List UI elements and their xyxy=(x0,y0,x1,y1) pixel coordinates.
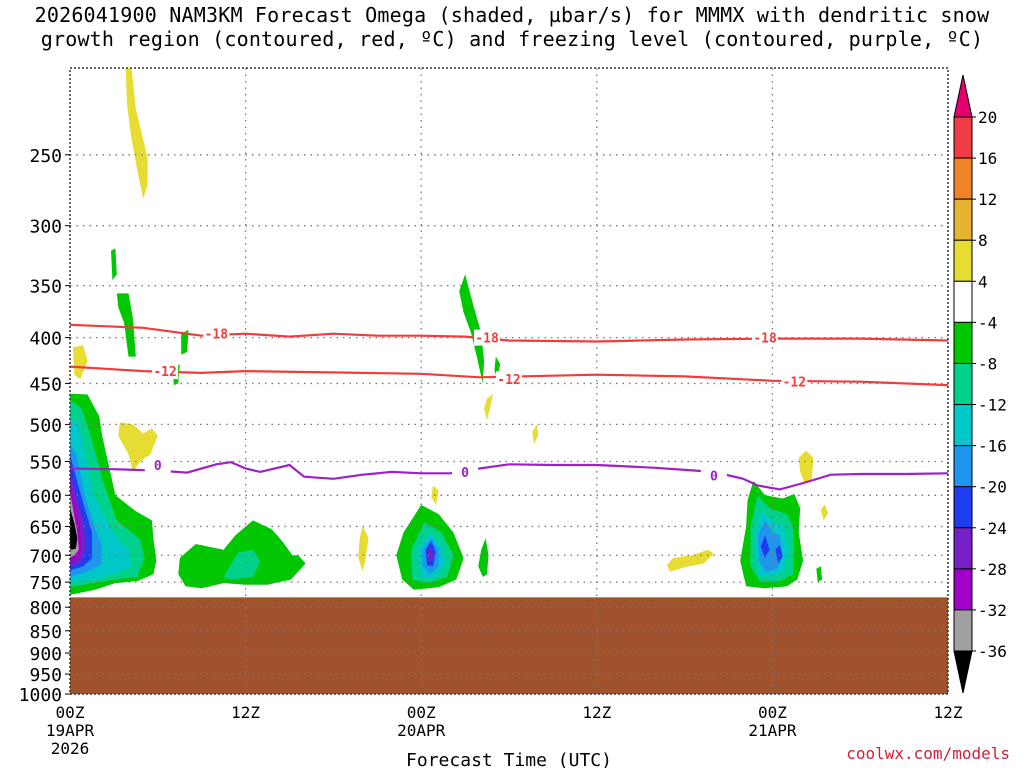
chart-svg: -18 -18 -18 -12 -12 -12 0 0 0 250 300 350 400 450 500 5… xyxy=(19,67,1007,768)
y-tick-label-350: 350 xyxy=(29,277,62,298)
colorbar-label-11: -28 xyxy=(978,560,1007,579)
colorbar-swatch-5 xyxy=(953,321,973,364)
x-tick-label-48-1: 21APR xyxy=(748,721,797,740)
y-tick-label-900: 900 xyxy=(29,644,62,665)
y-tick-label-400: 400 xyxy=(29,329,62,350)
x-tick-label-0-0: 00Z xyxy=(56,703,85,722)
y-tick-label-700: 700 xyxy=(29,546,62,567)
colorbar-bottom-arrow xyxy=(953,650,973,694)
x-tick-label-24-1: 20APR xyxy=(397,721,446,740)
y-tick-label-750: 750 xyxy=(29,573,62,594)
y-axis: 2503003504004505005506006507007508008509… xyxy=(19,146,70,706)
colorbar-label-2: 12 xyxy=(978,190,997,209)
contour-label-2-1: 0 xyxy=(461,466,469,481)
contour-label-0-0: -18 xyxy=(205,328,229,343)
x-axis-label: Forecast Time (UTC) xyxy=(406,750,612,768)
y-tick-label-450: 450 xyxy=(29,374,62,395)
contour-label-0-2: -18 xyxy=(753,332,777,347)
colorbar-label-5: -4 xyxy=(978,313,997,332)
colorbar-swatch-3 xyxy=(953,239,973,282)
colorbar-label-3: 8 xyxy=(978,231,988,250)
colorbar-swatch-6 xyxy=(953,362,973,406)
colorbar-label-4: 4 xyxy=(978,272,988,291)
y-tick-label-650: 650 xyxy=(29,517,62,538)
colorbar-swatch-0 xyxy=(953,116,973,159)
colorbar-swatch-1 xyxy=(953,157,973,200)
y-tick-label-600: 600 xyxy=(29,486,62,507)
y-tick-label-950: 950 xyxy=(29,665,62,686)
x-tick-label-60-0: 12Z xyxy=(934,703,963,722)
x-tick-label-0-2: 2026 xyxy=(51,739,90,758)
x-tick-label-48-0: 00Z xyxy=(758,703,787,722)
colorbar-label-10: -24 xyxy=(978,519,1007,538)
x-tick-label-24-0: 00Z xyxy=(407,703,436,722)
y-tick-label-250: 250 xyxy=(29,146,62,167)
colorbar-swatch-9 xyxy=(953,486,973,529)
colorbar-label-9: -20 xyxy=(978,478,1007,497)
colorbar-swatch-11 xyxy=(953,568,973,611)
contour-label-1-0: -12 xyxy=(153,365,176,380)
colorbar-swatch-8 xyxy=(953,445,973,488)
y-tick-label-850: 850 xyxy=(29,622,62,643)
contour-label-0-1: -18 xyxy=(475,332,499,347)
colorbar-label-8: -16 xyxy=(978,437,1007,456)
colorbar-label-13: -36 xyxy=(978,642,1007,661)
x-tick-label-0-1: 19APR xyxy=(46,721,95,740)
colorbar-swatch-10 xyxy=(953,527,973,570)
y-tick-label-300: 300 xyxy=(29,217,62,238)
contour-label-2-2: 0 xyxy=(710,469,718,484)
ground-fill xyxy=(70,597,948,694)
colorbar-swatch-2 xyxy=(953,198,973,241)
colorbar-label-1: 16 xyxy=(978,149,997,168)
colorbar-label-0: 20 xyxy=(978,108,997,127)
colorbar-swatch-4 xyxy=(953,280,973,323)
colorbar: 20 16 12 8 4 -4 -8 -12 -16 -20 -24 -28 -32 -36 xyxy=(953,74,1007,694)
colorbar-label-6: -8 xyxy=(978,354,997,373)
colorbar-swatch-7 xyxy=(953,404,973,447)
x-tick-label-36-0: 12Z xyxy=(582,703,611,722)
contour-label-1-1: -12 xyxy=(497,373,520,388)
y-tick-label-500: 500 xyxy=(29,415,62,436)
contour-label-2-0: 0 xyxy=(154,459,162,474)
colorbar-swatch-12 xyxy=(953,609,973,652)
contour-label-1-2: -12 xyxy=(783,376,806,391)
x-axis: 00Z19APR202612Z 00Z20APR12Z 00Z21APR12ZFor… xyxy=(46,703,963,768)
y-tick-label-550: 550 xyxy=(29,452,62,473)
colorbar-label-7: -12 xyxy=(978,396,1007,415)
y-tick-label-800: 800 xyxy=(29,598,62,619)
colorbar-top-arrow xyxy=(953,74,973,118)
colorbar-label-12: -32 xyxy=(978,601,1007,620)
x-tick-label-12-0: 12Z xyxy=(231,703,260,722)
credit-url[interactable]: coolwx.com/models xyxy=(846,744,1010,763)
